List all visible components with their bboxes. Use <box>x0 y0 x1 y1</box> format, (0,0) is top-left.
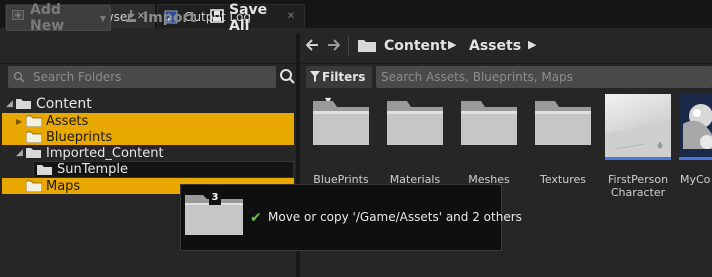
folder-icon <box>25 115 43 128</box>
tree-item-label: Imported_Content <box>46 145 164 161</box>
drag-tooltip-message: Move or copy '/Game/Assets' and 2 others <box>268 210 522 224</box>
breadcrumb-arrow-icon[interactable]: ▶ <box>528 38 536 51</box>
filter-icon <box>310 71 320 85</box>
add-new-button[interactable]: Add New ▼ <box>6 2 111 34</box>
back-arrow-icon[interactable] <box>305 38 320 56</box>
folder-icon[interactable] <box>385 97 445 149</box>
tree-item-imported-content[interactable]: ◢ Imported_Content <box>16 145 294 161</box>
toolbar <box>0 28 712 64</box>
firstperson-character-thumbnail[interactable] <box>605 94 671 160</box>
save-all-label: Save All <box>229 2 268 34</box>
expand-arrow-icon[interactable]: ◢ <box>6 99 13 109</box>
breadcrumb-assets[interactable]: Assets <box>469 34 521 58</box>
tree-item-label: SunTemple <box>57 162 128 177</box>
checkmark-icon: ✔ <box>250 210 262 226</box>
add-icon <box>11 9 25 27</box>
folder-open-icon <box>26 147 42 159</box>
content-browser-window: Content Browser ✕ Output Log ✕ Add New ▼… <box>0 0 712 277</box>
search-icon[interactable] <box>278 67 296 87</box>
forward-arrow-icon[interactable] <box>326 38 341 56</box>
import-button[interactable]: Import <box>120 5 196 31</box>
save-all-button[interactable]: Save All <box>206 2 292 34</box>
folder-open-icon <box>16 98 32 110</box>
add-new-label: Add New <box>30 2 65 34</box>
tree-item-assets[interactable]: ▶ Assets <box>2 113 294 129</box>
breadcrumb-content[interactable]: Content <box>384 34 447 58</box>
save-icon <box>210 9 224 27</box>
myco-thumbnail[interactable] <box>679 94 712 160</box>
drag-count-badge: 3 <box>209 191 221 205</box>
tree-item-label: Blueprints <box>46 129 113 145</box>
folder-icon <box>25 180 43 193</box>
tree-root-content[interactable]: Content <box>16 95 92 113</box>
folder-icon <box>358 39 376 55</box>
search-folders-placeholder: Search Folders <box>33 70 122 84</box>
import-label: Import <box>143 10 197 26</box>
tree-item-label: Content <box>36 96 92 112</box>
asset-label: FirstPerson Character <box>607 173 669 199</box>
folder-icon <box>25 131 43 144</box>
folder-icon[interactable] <box>533 97 593 149</box>
breadcrumb-arrow-icon[interactable]: ▶ <box>448 38 456 51</box>
search-assets-placeholder: Search Assets, Blueprints, Maps <box>381 70 573 84</box>
import-icon <box>124 9 138 27</box>
folder-icon[interactable] <box>459 97 519 149</box>
folder-icon[interactable] <box>311 97 371 149</box>
filters-label: Filters <box>322 70 366 84</box>
tree-item-suntemple[interactable]: SunTemple <box>33 161 294 178</box>
expand-arrow-icon[interactable]: ◢ <box>16 148 26 158</box>
folder-icon <box>37 164 53 176</box>
asset-label: MyCo <box>680 173 711 186</box>
tree-item-label: Maps <box>46 178 81 194</box>
search-icon <box>13 71 25 86</box>
tree-item-blueprints[interactable]: Blueprints <box>2 129 294 145</box>
asset-label: Textures <box>540 173 586 186</box>
search-assets-input[interactable]: Search Assets, Blueprints, Maps <box>376 66 712 88</box>
chevron-down-icon: ▼ <box>99 13 106 23</box>
nav-divider <box>348 36 349 56</box>
tree-item-label: Assets <box>46 113 89 129</box>
